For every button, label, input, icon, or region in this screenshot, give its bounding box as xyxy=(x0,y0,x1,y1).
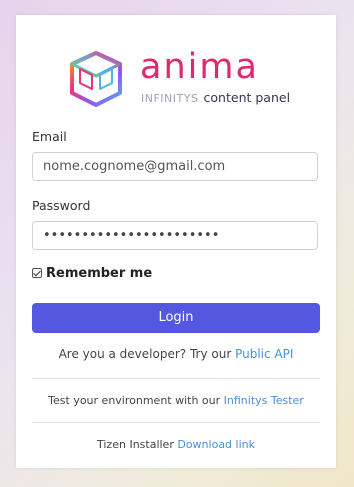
developer-line: Are you a developer? Try our Public API xyxy=(16,347,336,361)
divider xyxy=(32,378,320,379)
email-label: Email xyxy=(32,129,67,144)
password-field[interactable]: ••••••••••••••••••••••• xyxy=(32,221,318,250)
tester-text: Test your environment with our xyxy=(48,394,221,407)
developer-text: Are you a developer? Try our xyxy=(58,347,232,361)
brand-sub-suffix: content panel xyxy=(203,90,291,105)
remember-me[interactable]: Remember me xyxy=(32,265,152,281)
tizen-text: Tizen Installer xyxy=(97,438,174,451)
public-api-link[interactable]: Public API xyxy=(235,347,293,361)
login-card: anima INFINITYS content panel Email nome… xyxy=(16,15,336,468)
remember-label: Remember me xyxy=(46,265,153,281)
cube-logo-icon xyxy=(70,51,122,107)
brand-name: anima xyxy=(140,47,259,87)
anima-logo: anima INFINITYS content panel xyxy=(66,47,306,109)
brand-subtitle: INFINITYS content panel xyxy=(141,90,290,106)
remember-checkbox[interactable] xyxy=(32,268,42,278)
tester-line: Test your environment with our Infinitys… xyxy=(16,394,336,407)
email-field[interactable]: nome.cognome@gmail.com xyxy=(32,152,318,181)
tizen-line: Tizen Installer Download link xyxy=(16,438,336,451)
brand-sub-prefix: INFINITYS xyxy=(141,92,199,105)
password-label: Password xyxy=(32,198,91,213)
infinitys-tester-link[interactable]: Infinitys Tester xyxy=(224,394,304,407)
download-link[interactable]: Download link xyxy=(177,438,255,451)
divider xyxy=(32,422,320,423)
login-button[interactable]: Login xyxy=(32,303,320,333)
